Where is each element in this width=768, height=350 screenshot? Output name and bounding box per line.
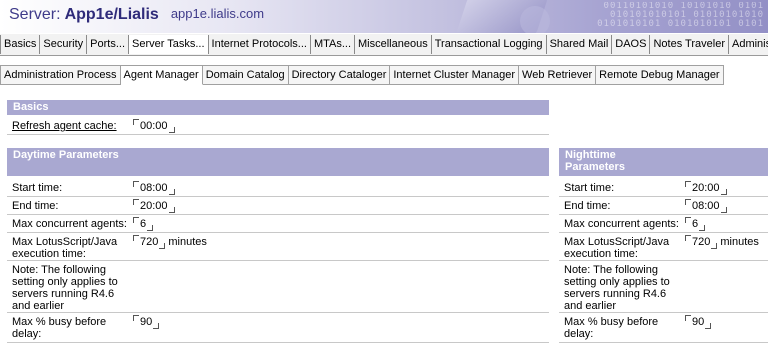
daytime-note-text: Note: The following setting only applies…: [12, 264, 118, 312]
daytime-busy-label: Max % busy before delay:: [12, 316, 107, 340]
daytime-busy-field[interactable]: 90: [133, 315, 160, 329]
daytime-start-field[interactable]: 08:00: [133, 181, 175, 195]
nighttime-busy-row: Max % busy before delay: 90: [559, 313, 768, 343]
subtab-web-retriever[interactable]: Web Retriever: [519, 65, 597, 85]
tab-miscellaneous[interactable]: Miscellaneous: [355, 35, 432, 54]
tab-basics[interactable]: Basics: [0, 35, 41, 54]
banner-binary-pattern: 00110101010 10101010 0101 010101010101 0…: [597, 2, 764, 29]
daytime-max-exec-row: Max LotusScript/Java execution time: 720…: [7, 233, 549, 261]
daytime-end-label: End time:: [12, 200, 59, 212]
daytime-max-exec-unit: minutes: [168, 236, 207, 248]
daytime-max-exec-label: Max LotusScript/Java execution time:: [12, 236, 118, 260]
daytime-start-row: Start time: 08:00: [7, 179, 549, 197]
field-close-marker: [168, 127, 175, 133]
nighttime-max-agents-label: Max concurrent agents:: [564, 218, 679, 230]
nighttime-max-exec-unit: minutes: [720, 236, 759, 248]
nighttime-max-agents-row: Max concurrent agents: 6: [559, 215, 768, 233]
server-title-prefix: Server:: [9, 6, 61, 23]
refresh-agent-cache-row: Refresh agent cache: 00:00: [7, 117, 549, 135]
daytime-start-label: Start time:: [12, 182, 63, 194]
daytime-max-exec-field[interactable]: 720 minutes: [133, 235, 207, 249]
tab-internet-protocols[interactable]: Internet Protocols...: [209, 35, 311, 54]
refresh-agent-cache-field[interactable]: 00:00: [133, 119, 175, 133]
nighttime-start-label: Start time:: [564, 182, 615, 194]
tab-server-tasks[interactable]: Server Tasks...: [129, 35, 209, 54]
refresh-agent-cache-label[interactable]: Refresh agent cache:: [12, 120, 117, 132]
basics-section-heading: Basics: [7, 100, 549, 115]
tab-mtas[interactable]: MTAs...: [311, 35, 356, 54]
daytime-note-row: Note: The following setting only applies…: [7, 261, 549, 313]
tab-administration[interactable]: Administ: [729, 35, 768, 54]
daytime-max-agents-row: Max concurrent agents: 6: [7, 215, 549, 233]
daytime-busy-row: Max % busy before delay: 90: [7, 313, 549, 343]
nighttime-note-row: Note: The following setting only applies…: [559, 261, 768, 313]
nighttime-end-row: End time: 08:00: [559, 197, 768, 215]
daytime-max-agents-label: Max concurrent agents:: [12, 218, 127, 230]
tab-daos[interactable]: DAOS: [612, 35, 651, 54]
tab-transactional-logging[interactable]: Transactional Logging: [432, 35, 547, 54]
nighttime-start-field[interactable]: 20:00: [685, 181, 727, 195]
tab-ports[interactable]: Ports...: [87, 35, 129, 54]
daytime-end-field[interactable]: 20:00: [133, 199, 175, 213]
nighttime-section-heading: Nighttime Parameters: [559, 148, 768, 176]
sub-tab-bar: Administration Process Agent Manager Domai…: [0, 65, 768, 86]
tab-shared-mail[interactable]: Shared Mail: [547, 35, 613, 54]
nighttime-start-row: Start time: 20:00: [559, 179, 768, 197]
nighttime-busy-field[interactable]: 90: [685, 315, 712, 329]
nighttime-end-label: End time:: [564, 200, 611, 212]
daytime-end-row: End time: 20:00: [7, 197, 549, 215]
nighttime-max-agents-field[interactable]: 6: [685, 217, 706, 231]
server-hostname: app1e.lialis.com: [170, 6, 265, 21]
main-tab-bar: Basics Security Ports... Server Tasks... Int…: [0, 34, 768, 56]
subtab-remote-debug-manager[interactable]: Remote Debug Manager: [596, 65, 724, 85]
nighttime-busy-label: Max % busy before delay:: [564, 316, 659, 340]
subtab-agent-manager[interactable]: Agent Manager: [120, 65, 203, 85]
nighttime-max-exec-field[interactable]: 720 minutes: [685, 235, 759, 249]
daytime-max-agents-field[interactable]: 6: [133, 217, 154, 231]
field-open-marker: [133, 119, 139, 125]
daytime-section-heading: Daytime Parameters: [7, 148, 549, 176]
subtab-domain-catalog[interactable]: Domain Catalog: [202, 65, 289, 85]
server-title: Server: App1e/Lialis app1e.lialis.com: [9, 6, 264, 24]
nighttime-max-exec-row: Max LotusScript/Java execution time: 720…: [559, 233, 768, 261]
subtab-directory-cataloger[interactable]: Directory Cataloger: [288, 65, 391, 85]
subtab-administration-process[interactable]: Administration Process: [0, 65, 121, 85]
server-banner: 00110101010 10101010 0101 010101010101 0…: [0, 0, 768, 33]
tab-security[interactable]: Security: [40, 35, 88, 54]
nighttime-note-text: Note: The following setting only applies…: [564, 264, 670, 312]
nighttime-end-field[interactable]: 08:00: [685, 199, 727, 213]
tab-notes-traveler[interactable]: Notes Traveler: [650, 35, 729, 54]
subtab-internet-cluster-manager[interactable]: Internet Cluster Manager: [390, 65, 520, 85]
server-name: App1e/Lialis: [64, 6, 159, 23]
nighttime-max-exec-label: Max LotusScript/Java execution time:: [564, 236, 670, 260]
